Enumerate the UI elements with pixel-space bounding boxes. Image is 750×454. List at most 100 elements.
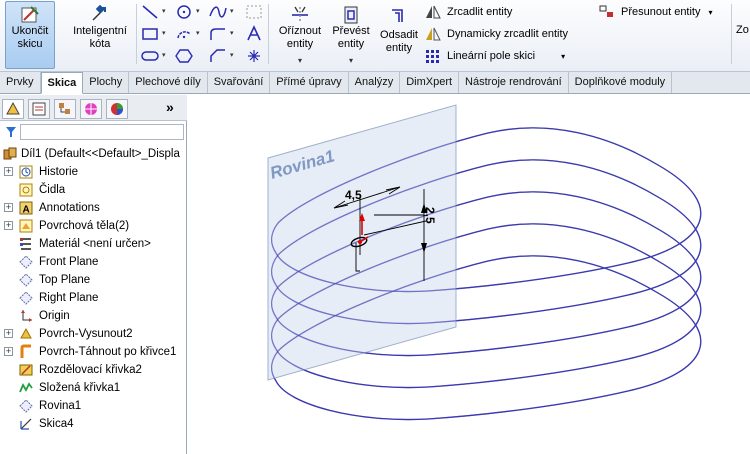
expand-toggle-icon[interactable]: +: [4, 167, 13, 176]
linear-pattern-button[interactable]: Lineární pole skici ▾: [424, 46, 565, 66]
tree-root-part[interactable]: Díl1 (Default<<Default>_Displa: [0, 145, 187, 163]
dimension-horizontal[interactable]: 4,5: [345, 188, 362, 202]
smart-dimension-button[interactable]: Inteligentní kóta: [68, 2, 132, 68]
dimension-vertical[interactable]: 2,5: [423, 207, 437, 224]
dimxpert-manager-tab[interactable]: [80, 99, 102, 119]
tab-8[interactable]: Nástroje rendrování: [459, 72, 569, 93]
rectangle-tool[interactable]: [140, 25, 160, 43]
fillet-dropdown-icon[interactable]: ▾: [230, 29, 234, 37]
property-manager-tab[interactable]: [28, 99, 50, 119]
chamfer-dropdown-icon[interactable]: ▾: [230, 51, 234, 59]
tree-item[interactable]: Skica4: [0, 415, 187, 433]
filter-input[interactable]: [20, 124, 184, 140]
display-icon: [111, 103, 123, 115]
slot-icon: [141, 51, 159, 61]
expand-toggle-icon[interactable]: +: [4, 221, 13, 230]
circle-dropdown-icon[interactable]: ▾: [196, 7, 200, 15]
tab-0[interactable]: Prvky: [0, 72, 41, 93]
polygon-tool[interactable]: [174, 47, 194, 65]
tree-item[interactable]: + Historie: [0, 163, 187, 181]
tree-item[interactable]: Top Plane: [0, 271, 187, 289]
tab-6[interactable]: Analýzy: [349, 72, 401, 93]
trim-dropdown-icon[interactable]: ▾: [272, 54, 328, 67]
surface-bodies-icon: [19, 219, 33, 233]
tab-1[interactable]: Skica: [40, 72, 84, 94]
line-dropdown-icon[interactable]: ▾: [162, 7, 166, 15]
move-entities-button[interactable]: Přesunout entity ▾: [598, 2, 713, 22]
tree-item[interactable]: Rozdělovací křivka2: [0, 361, 187, 379]
arc-dropdown-icon[interactable]: ▾: [196, 29, 200, 37]
line-tool[interactable]: [140, 3, 160, 21]
tab-5[interactable]: Přímé úpravy: [270, 72, 349, 93]
slot-tool[interactable]: [140, 47, 160, 65]
spline-dropdown-icon[interactable]: ▾: [230, 7, 234, 15]
tab-9[interactable]: Doplňkové moduly: [569, 72, 673, 93]
tab-7[interactable]: DimXpert: [400, 72, 460, 93]
split-line-icon: [19, 364, 33, 376]
convert-dropdown-icon[interactable]: ▾: [328, 54, 374, 67]
tree-item[interactable]: + Povrch-Táhnout po křivce1: [0, 343, 187, 361]
spline-tool[interactable]: [208, 3, 228, 21]
sketch-chamfer-tool[interactable]: [208, 47, 228, 65]
grid-icon: [246, 5, 262, 19]
extrude-surface-icon: [20, 327, 32, 339]
trim-entities-button[interactable]: Oříznout entity ▾: [272, 2, 328, 68]
tree-item[interactable]: Složená křivka1: [0, 379, 187, 397]
tree-root-label: Díl1 (Default<<Default>_Displa: [21, 148, 180, 160]
tree-item[interactable]: Materiál <není určen>: [0, 235, 187, 253]
expand-toggle-icon[interactable]: +: [4, 203, 13, 212]
feature-manager-tab[interactable]: [2, 99, 24, 119]
linear-pattern-dropdown-icon[interactable]: ▾: [561, 52, 565, 61]
plane-rovina1[interactable]: [267, 104, 457, 381]
tab-4[interactable]: Svařování: [208, 72, 271, 93]
construction-tool[interactable]: [244, 3, 264, 21]
move-dropdown-icon[interactable]: ▾: [709, 8, 713, 17]
ribbon-separator: [731, 4, 732, 64]
tree-item[interactable]: + A Annotations: [0, 199, 187, 217]
display-manager-tab[interactable]: [106, 99, 128, 119]
tree-item[interactable]: Rovina1: [0, 397, 187, 415]
trim-icon: [292, 6, 308, 23]
text-tool[interactable]: [244, 25, 264, 43]
sensor-icon: [19, 183, 33, 197]
material-icon: [20, 238, 31, 250]
tree-item[interactable]: + Povrch-Vysunout2: [0, 325, 187, 343]
cut-off-label[interactable]: Zo: [736, 20, 749, 40]
tree-item[interactable]: Front Plane: [0, 253, 187, 271]
tab-3[interactable]: Plechové díly: [129, 72, 208, 93]
chamfer-icon: [210, 49, 225, 62]
sketch-fillet-tool[interactable]: [208, 25, 228, 43]
expand-toggle-icon[interactable]: +: [4, 329, 13, 338]
tree-item-label: Rovina1: [39, 400, 82, 412]
exit-sketch-button[interactable]: Ukončit skicu: [5, 1, 55, 69]
circle-tool[interactable]: [174, 3, 194, 21]
convert-entities-button[interactable]: Převést entity ▾: [328, 2, 374, 68]
slot-dropdown-icon[interactable]: ▾: [162, 51, 166, 59]
mirror-label: Zrcadlit entity: [447, 6, 513, 18]
point-tool[interactable]: [244, 47, 264, 65]
feature-tree: Díl1 (Default<<Default>_Displa + Historie Č…: [0, 145, 187, 433]
mirror-entities-button[interactable]: Zrcadlit entity: [424, 2, 512, 22]
tree-item[interactable]: Right Plane: [0, 289, 187, 307]
dynamic-mirror-button[interactable]: Dynamicky zrcadlit entity: [424, 24, 568, 44]
filter-icon[interactable]: [5, 125, 17, 139]
tree-item[interactable]: Origin: [0, 307, 187, 325]
arc-tool[interactable]: [174, 25, 194, 43]
spline-icon: [209, 6, 227, 18]
configuration-manager-tab[interactable]: [54, 99, 76, 119]
more-tabs-button[interactable]: »: [166, 99, 174, 115]
tree-item[interactable]: + Povrchová těla(2): [0, 217, 187, 235]
property-icon: [32, 102, 46, 116]
convert-icon: [344, 6, 358, 24]
offset-entities-button[interactable]: Odsadit entity: [376, 2, 422, 68]
annotations-icon: A: [19, 201, 33, 216]
fillet-icon: [210, 28, 225, 40]
rectangle-dropdown-icon[interactable]: ▾: [162, 29, 166, 37]
circle-icon: [177, 5, 191, 19]
tree-item[interactable]: Čidla: [0, 181, 187, 199]
graphics-area[interactable]: Rovina1 4,5 2,5: [188, 95, 750, 454]
tab-2[interactable]: Plochy: [83, 72, 130, 93]
expand-toggle-icon[interactable]: +: [4, 347, 13, 356]
ribbon-separator: [136, 4, 137, 64]
text-icon: [247, 25, 261, 41]
